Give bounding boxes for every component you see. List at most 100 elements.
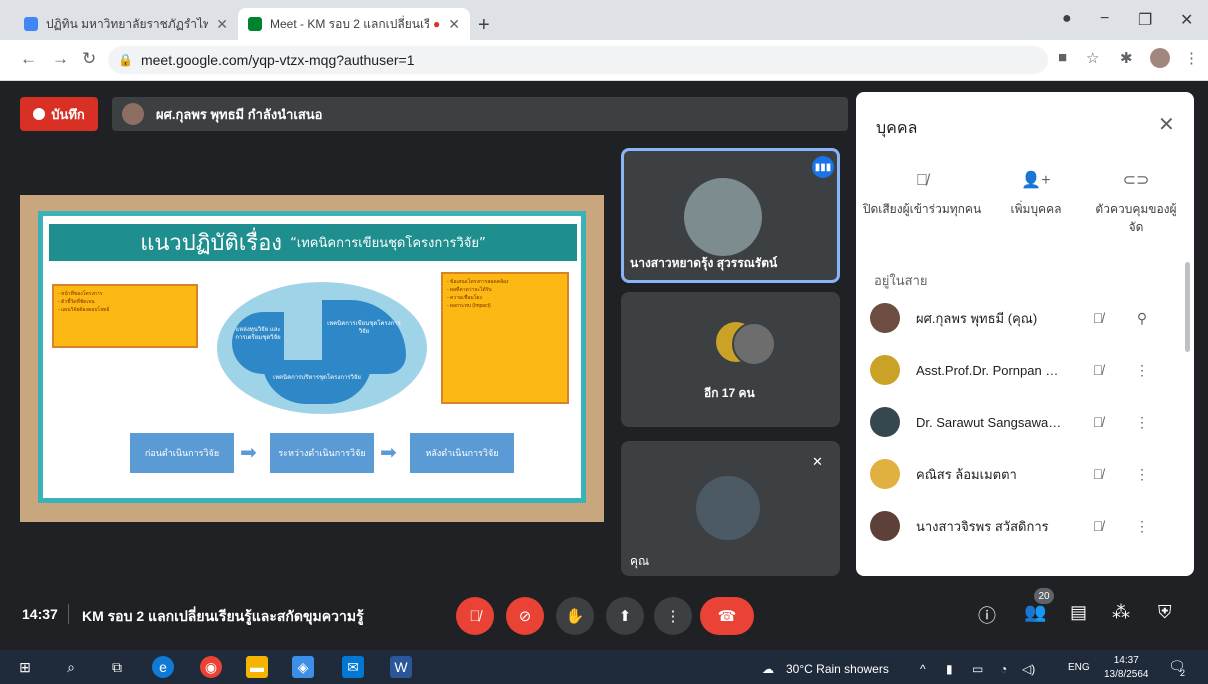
participant-row[interactable]: คณิสร ล้อมเมตตา 🎙̸ ⋮ (870, 454, 1170, 494)
more-options-button[interactable]: ⋮ (654, 597, 692, 635)
meeting-title: KM รอบ 2 แลกเปลี่ยนเรียนรู้และสกัดขุมควา… (82, 608, 364, 624)
participant-row[interactable]: นางสาวจิรพร สวัสดิการ 🎙̸ ⋮ (870, 506, 1170, 546)
record-button[interactable]: บันทึก (20, 97, 98, 131)
hand-icon: ✋ (565, 608, 585, 625)
slide-step-during: ระหว่างดำเนินการวิจัย (270, 433, 374, 473)
browser-tab-meet[interactable]: Meet - KM รอบ 2 แลกเปลี่ยนเรี ● ✕ (238, 8, 470, 40)
more-options-icon[interactable]: ⋮ (1134, 414, 1150, 431)
taskbar-clock[interactable]: 14:37 13/8/2564 (1104, 654, 1149, 682)
chrome-icon[interactable]: ◉ (200, 656, 222, 678)
arrow-right-icon: ➡ (240, 442, 257, 464)
more-options-icon[interactable]: ⋮ (1134, 466, 1150, 483)
add-people-button[interactable]: 👤+ เพิ่มบุคคล (998, 172, 1074, 218)
volume-icon[interactable]: ◁) (1022, 662, 1035, 676)
raise-hand-button[interactable]: ✋ (556, 597, 594, 635)
meeting-details-icon[interactable]: ⓘ (978, 602, 996, 628)
bookmark-star-icon[interactable]: ☆ (1086, 49, 1099, 67)
panel-scrollbar[interactable] (1185, 262, 1190, 352)
speaking-indicator-icon: ▮▮▮ (812, 156, 834, 178)
panel-title: บุคคล (876, 120, 918, 137)
windows-start-icon[interactable]: ⊞ (14, 656, 36, 678)
restore-button[interactable]: ❐ (1138, 10, 1152, 30)
leave-call-button[interactable]: ☎ (700, 597, 754, 635)
slide-subtitle: “เทคนิคการเขียนชุดโครงการวิจัย” (290, 236, 486, 251)
arrow-right-icon: ➡ (380, 442, 397, 464)
more-options-icon: ⋮ (665, 608, 681, 625)
mic-off-icon[interactable]: 🎙̸ (1086, 414, 1110, 430)
chat-icon[interactable]: ▤ (1070, 602, 1087, 623)
weather-icon[interactable]: ☁ (762, 662, 774, 676)
mute-all-button[interactable]: 🎙̸ ปิดเสียงผู้เข้าร่วมทุกคน (862, 172, 982, 218)
mic-off-icon[interactable]: 🎙̸ (1086, 518, 1110, 534)
avatar (870, 459, 900, 489)
camera-icon[interactable]: ■ (1058, 49, 1067, 66)
people-icon[interactable]: 👥 (1024, 602, 1046, 623)
pin-icon[interactable]: ⚲ (1134, 310, 1150, 327)
mic-off-icon[interactable]: 🎙̸ (1086, 362, 1110, 378)
camera-toggle-button[interactable]: ⊘ (506, 597, 544, 635)
participant-row[interactable]: ผศ.กุลพร พุทธมี (คุณ) 🎙̸ ⚲ (870, 298, 1170, 338)
meet-favicon-icon (248, 17, 262, 31)
back-icon[interactable]: ← (20, 49, 37, 69)
mic-off-icon[interactable]: 🎙̸ (1086, 310, 1110, 326)
mic-toggle-button[interactable]: 🎙̸ (456, 597, 494, 635)
url-text: meet.google.com/yqp-vtzx-mqg?authuser=1 (140, 52, 415, 68)
close-tab-icon[interactable]: ✕ (448, 16, 460, 33)
more-options-icon[interactable]: ⋮ (1134, 362, 1150, 379)
weather-text[interactable]: 30°C Rain showers (786, 662, 889, 676)
slide-note-left: - หน้าที่ของโครงการ - ตัวชี้วัดที่ชัดเจน… (52, 284, 198, 348)
calendar-favicon-icon (24, 17, 38, 31)
more-options-icon[interactable]: ⋮ (1134, 518, 1150, 535)
camera-off-icon: ⊘ (518, 608, 532, 625)
task-view-icon[interactable]: ⧉ (106, 656, 128, 678)
mail-icon[interactable]: ✉ (342, 656, 364, 678)
present-button[interactable]: ⬆ (606, 597, 644, 635)
avatar (870, 355, 900, 385)
url-field[interactable]: 🔒 meet.google.com/yqp-vtzx-mqg?authuser=… (108, 46, 1048, 74)
hang-up-icon: ☎ (717, 608, 737, 625)
mic-off-icon: ✕ (812, 454, 823, 469)
activities-icon[interactable]: ⁂ (1112, 602, 1130, 623)
search-icon[interactable]: ⌕ (60, 656, 82, 678)
add-person-icon: 👤+ (1021, 172, 1051, 189)
host-controls-button[interactable]: ⊂⊃ ตัวควบคุมของผู้จัด (1090, 172, 1182, 236)
participant-row[interactable]: Dr. Sarawut Sangsawangc... 🎙̸ ⋮ (870, 402, 1170, 442)
usb-icon[interactable]: ▮ (946, 662, 953, 676)
divider (68, 604, 69, 624)
profile-icon[interactable]: ● (1062, 10, 1072, 28)
toggle-icon: ⊂⊃ (1122, 172, 1150, 189)
menu-icon[interactable]: ⋮ (1184, 49, 1199, 67)
battery-icon[interactable]: ▭ (972, 662, 983, 676)
avatar[interactable] (1150, 48, 1170, 68)
participant-name: Dr. Sarawut Sangsawangc... (916, 414, 1066, 430)
edge-icon[interactable]: e (152, 656, 174, 678)
extensions-icon[interactable]: ✱ (1120, 49, 1133, 67)
avatar (732, 322, 776, 366)
host-controls-icon[interactable]: ⛨ (1158, 602, 1172, 623)
file-explorer-icon[interactable]: ▬ (246, 656, 268, 678)
new-tab-button[interactable]: + (478, 14, 490, 37)
tile-name: อีก 17 คน (704, 386, 755, 400)
word-icon[interactable]: W (390, 656, 412, 678)
record-label: บันทึก (51, 106, 85, 122)
forward-icon[interactable]: → (52, 49, 69, 69)
chevron-up-icon[interactable]: ^ (920, 662, 926, 676)
tab-title: Meet - KM รอบ 2 แลกเปลี่ยนเรี (270, 16, 430, 31)
store-icon[interactable]: ◈ (292, 656, 314, 678)
taskbar-date: 13/8/2564 (1104, 669, 1149, 680)
participant-row[interactable]: Asst.Prof.Dr. Pornpan Suk... 🎙̸ ⋮ (870, 350, 1170, 390)
mic-off-icon[interactable]: 🎙̸ (1086, 466, 1110, 482)
section-label: อยู่ในสาย (874, 273, 928, 288)
tile-name: คุณ (630, 554, 650, 568)
slide-step-before: ก่อนดำเนินการวิจัย (130, 433, 234, 473)
mic-off-icon: 🎙̸ (916, 172, 928, 189)
language-indicator[interactable]: ENG (1068, 662, 1090, 673)
wifi-icon[interactable]: ◔ (1000, 662, 1007, 676)
reload-icon[interactable]: ↻ (82, 49, 96, 69)
close-tab-icon[interactable]: ✕ (216, 16, 228, 33)
close-icon[interactable]: ✕ (1158, 112, 1175, 137)
close-window-button[interactable]: ✕ (1180, 10, 1193, 30)
presenter-bar: ผศ.กุลพร พุทธมี กำลังนำเสนอ (112, 97, 848, 131)
browser-tab-calendar[interactable]: ปฏิทิน มหาวิทยาลัยราชภัฏรำไพพรรณี ✕ (14, 8, 238, 40)
minimize-button[interactable]: − (1100, 10, 1109, 28)
